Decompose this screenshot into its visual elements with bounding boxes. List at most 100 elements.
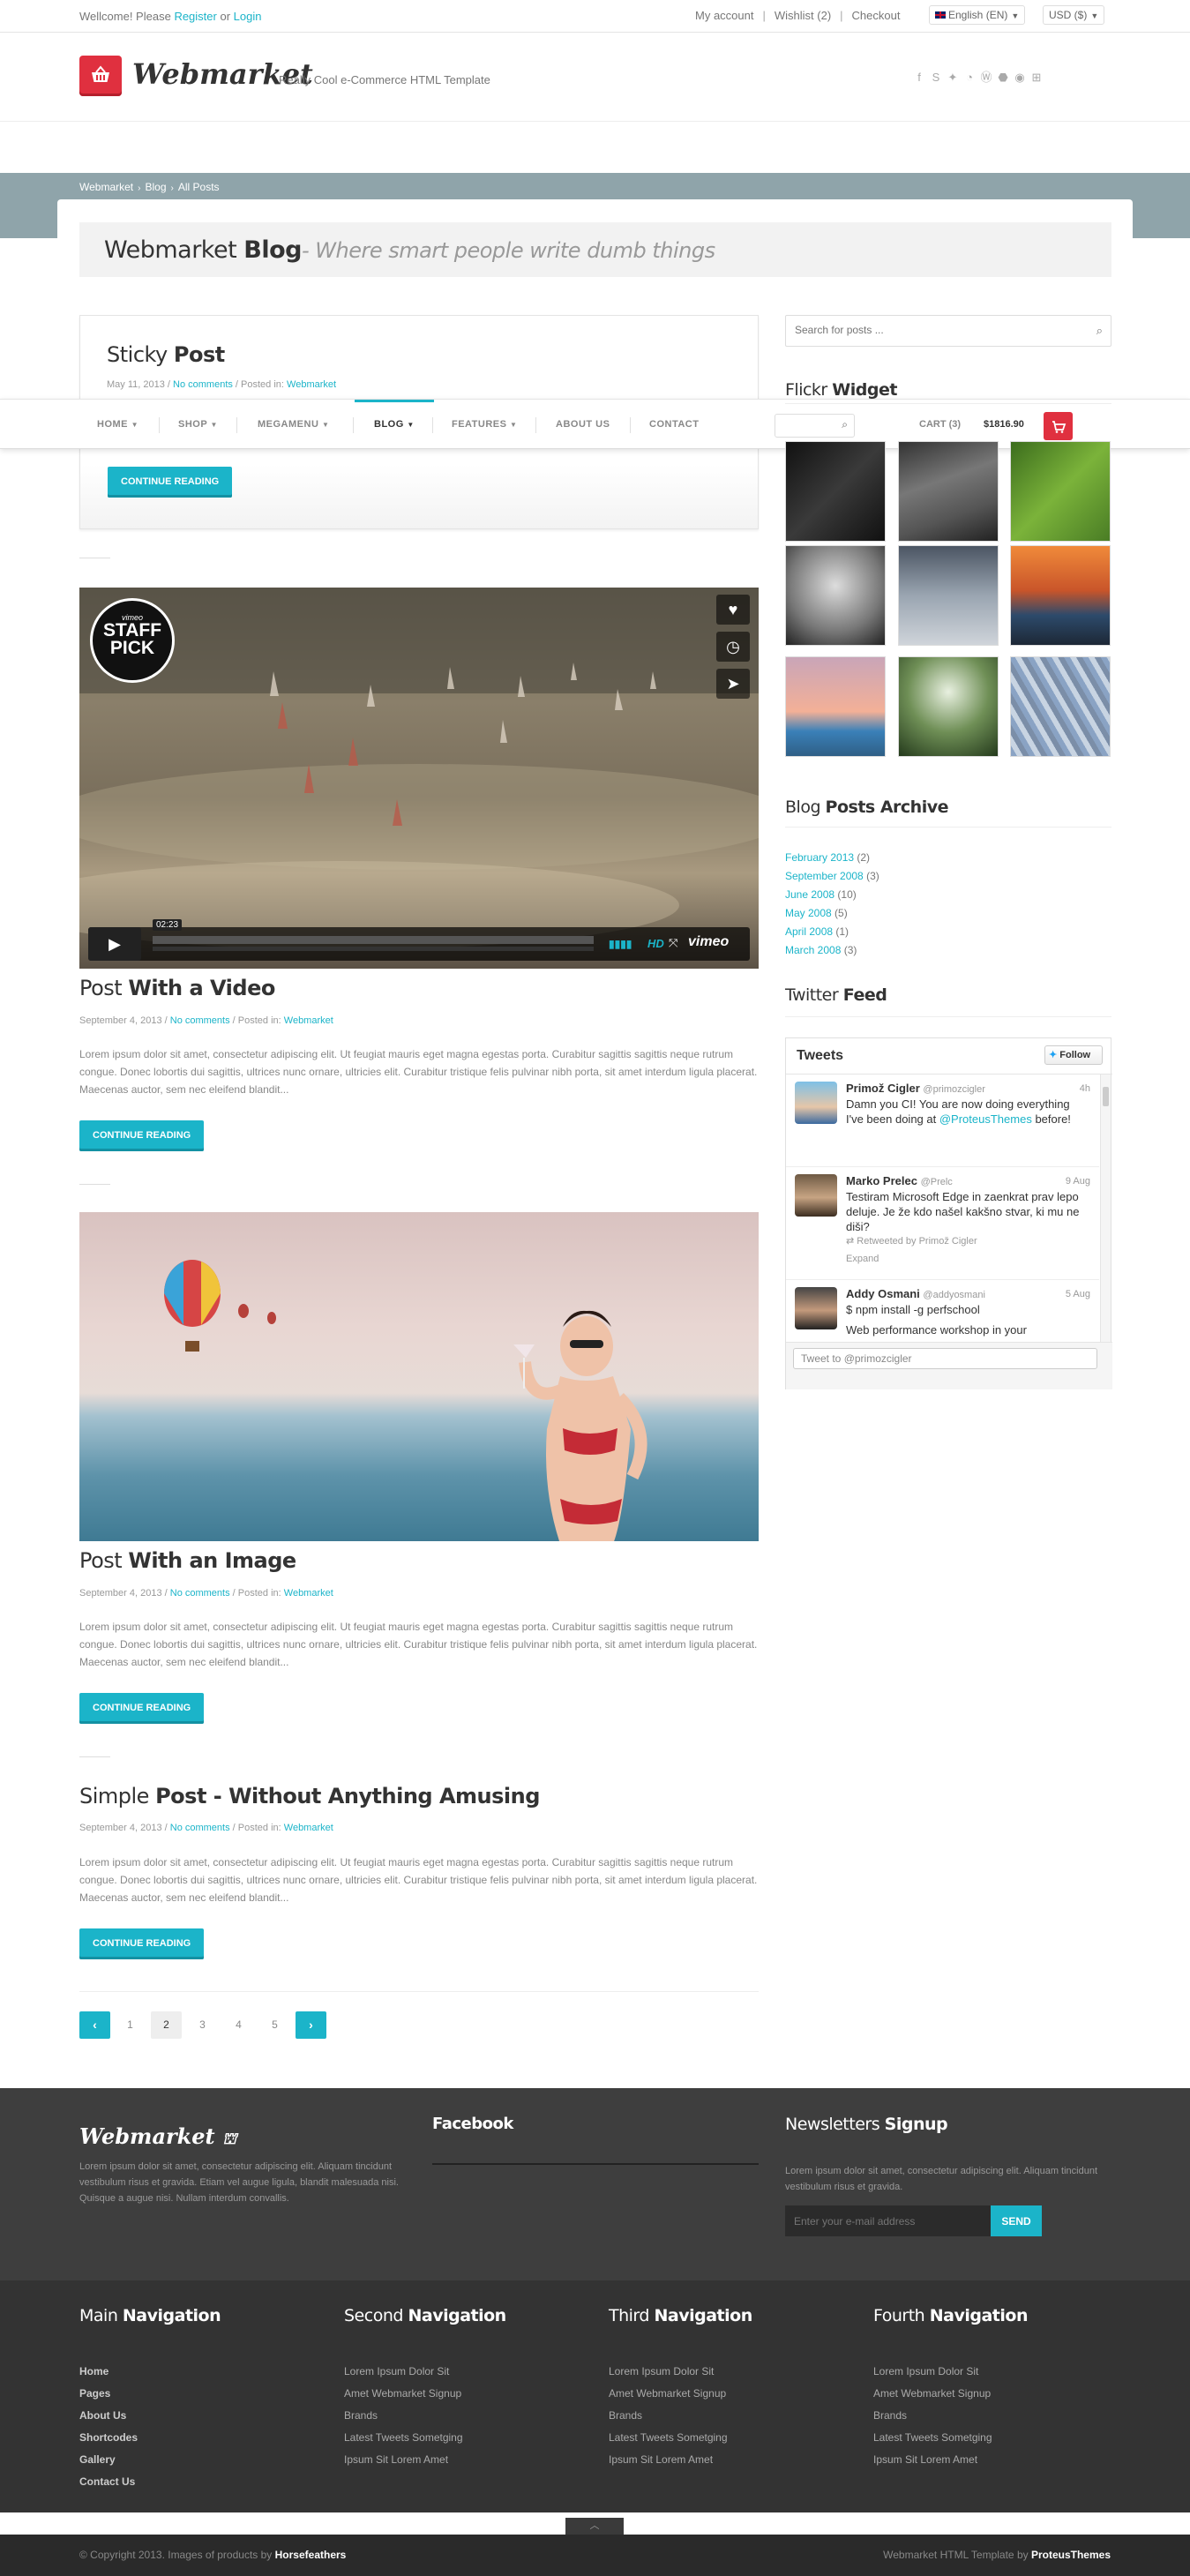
tweet-to-input[interactable]: Tweet to @primozcigler: [793, 1348, 1097, 1369]
archive-item[interactable]: March 2008 (3): [785, 941, 879, 960]
nav-contact[interactable]: CONTACT: [649, 400, 699, 450]
footer-link[interactable]: Lorem Ipsum Dolor Sit: [344, 2361, 463, 2383]
wordpress-icon[interactable]: Ⓦ: [980, 71, 992, 84]
login-link[interactable]: Login: [234, 10, 262, 23]
skype-icon[interactable]: S: [930, 71, 942, 84]
newsletter-send-button[interactable]: SEND: [991, 2205, 1042, 2236]
category-link[interactable]: Webmarket: [287, 379, 336, 390]
footer-link[interactable]: Latest Tweets Sometging: [344, 2427, 463, 2449]
nav-megamenu[interactable]: MEGAMENU ▼: [258, 400, 329, 450]
my-account-link[interactable]: My account: [695, 9, 753, 22]
nav-about-us[interactable]: ABOUT US: [556, 400, 610, 450]
blog-search-box[interactable]: ⌕: [785, 315, 1111, 347]
continue-reading-button[interactable]: CONTINUE READING: [108, 467, 233, 498]
footer-logo[interactable]: Webmarket ⛫: [79, 2123, 237, 2151]
flickr-thumb[interactable]: [898, 656, 999, 757]
post-title[interactable]: Post With a Video: [79, 976, 275, 1000]
volume-icon[interactable]: ▮▮▮▮: [609, 938, 632, 950]
tweet-author[interactable]: Primož Cigler @primozcigler: [846, 1082, 985, 1095]
avatar[interactable]: [795, 1174, 837, 1217]
footer-link[interactable]: Amet Webmarket Signup: [344, 2383, 463, 2405]
twitter-icon[interactable]: ✦: [947, 71, 959, 84]
flickr-thumb[interactable]: [785, 545, 886, 646]
apple-icon[interactable]: ◉: [1014, 71, 1026, 84]
search-input[interactable]: [795, 324, 1077, 336]
breadcrumb-blog[interactable]: Blog: [145, 181, 166, 193]
checkout-link[interactable]: Checkout: [852, 9, 901, 22]
fullscreen-icon[interactable]: ⤧: [669, 936, 677, 950]
language-dropdown[interactable]: English (EN) ▼: [929, 5, 1026, 25]
footer-link[interactable]: Lorem Ipsum Dolor Sit: [609, 2361, 728, 2383]
wishlist-link[interactable]: Wishlist (2): [775, 9, 831, 22]
nav-blog[interactable]: BLOG ▼: [374, 400, 415, 450]
page-5[interactable]: 5: [259, 2011, 290, 2039]
like-icon[interactable]: ♥: [716, 595, 750, 625]
tweet-item[interactable]: Addy Osmani @addyosmani 5 Aug $ npm inst…: [786, 1280, 1099, 1342]
footer-link[interactable]: Shortcodes: [79, 2427, 138, 2449]
avatar[interactable]: [795, 1082, 837, 1124]
footer-link[interactable]: Brands: [609, 2405, 728, 2427]
footer-link[interactable]: Brands: [344, 2405, 463, 2427]
flickr-thumb[interactable]: [1010, 545, 1111, 646]
prev-page-button[interactable]: ‹: [79, 2011, 110, 2039]
footer-link[interactable]: Latest Tweets Sometging: [609, 2427, 728, 2449]
next-page-button[interactable]: ›: [296, 2011, 326, 2039]
page-4[interactable]: 4: [223, 2011, 254, 2039]
post-image[interactable]: [79, 1212, 759, 1541]
proteusthemes-link[interactable]: ProteusThemes: [1031, 2549, 1111, 2561]
progress-track[interactable]: [153, 936, 594, 944]
footer-link[interactable]: Latest Tweets Sometging: [873, 2427, 992, 2449]
register-link[interactable]: Register: [174, 10, 216, 23]
horsefeathers-link[interactable]: Horsefeathers: [275, 2549, 347, 2561]
footer-link[interactable]: Gallery: [79, 2449, 138, 2471]
watch-later-icon[interactable]: ◷: [716, 632, 750, 662]
category-link[interactable]: Webmarket: [284, 1823, 333, 1833]
tweet-time[interactable]: 5 Aug: [1066, 1289, 1090, 1299]
android-icon[interactable]: ⬣: [997, 71, 1009, 84]
flickr-thumb[interactable]: [785, 656, 886, 757]
mention-link[interactable]: @ProteusThemes: [939, 1112, 1032, 1126]
rss-icon[interactable]: ◔: [963, 71, 976, 84]
footer-link[interactable]: Contact Us: [79, 2471, 138, 2493]
currency-dropdown[interactable]: USD ($) ▼: [1043, 5, 1105, 25]
follow-button[interactable]: ✦ Follow: [1044, 1045, 1103, 1065]
archive-item[interactable]: May 2008 (5): [785, 904, 879, 923]
nav-shop[interactable]: SHOP ▼: [178, 400, 218, 450]
page-3[interactable]: 3: [187, 2011, 218, 2039]
flickr-thumb[interactable]: [785, 441, 886, 542]
breadcrumb-home[interactable]: Webmarket: [79, 181, 133, 193]
video-player[interactable]: vimeo STAFF PICK ♥ ◷ ➤ ▶ 02:23 ▮▮▮▮ HD ⤧…: [79, 588, 759, 969]
page-1[interactable]: 1: [115, 2011, 146, 2039]
play-icon[interactable]: ▶: [88, 927, 141, 961]
hd-button[interactable]: HD: [647, 937, 664, 950]
archive-item[interactable]: April 2008 (1): [785, 923, 879, 941]
share-icon[interactable]: ➤: [716, 669, 750, 699]
footer-link[interactable]: Ipsum Sit Lorem Amet: [873, 2449, 992, 2471]
flickr-thumb[interactable]: [1010, 441, 1111, 542]
nav-features[interactable]: FEATURES ▼: [452, 400, 517, 450]
tweet-time[interactable]: 9 Aug: [1066, 1176, 1090, 1187]
footer-link[interactable]: Amet Webmarket Signup: [873, 2383, 992, 2405]
tweet-time[interactable]: 4h: [1080, 1083, 1090, 1094]
nav-search-input[interactable]: ⌕: [775, 414, 855, 438]
comments-link[interactable]: No comments: [170, 1588, 230, 1599]
comments-link[interactable]: No comments: [170, 1823, 230, 1833]
continue-reading-button[interactable]: CONTINUE READING: [79, 1120, 205, 1151]
comments-link[interactable]: No comments: [173, 379, 233, 390]
footer-link[interactable]: Brands: [873, 2405, 992, 2427]
search-icon[interactable]: ⌕: [1096, 324, 1103, 338]
footer-link[interactable]: Ipsum Sit Lorem Amet: [344, 2449, 463, 2471]
comments-link[interactable]: No comments: [170, 1015, 230, 1026]
footer-link[interactable]: About Us: [79, 2405, 138, 2427]
basket-logo-icon[interactable]: [79, 56, 122, 96]
footer-link[interactable]: Lorem Ipsum Dolor Sit: [873, 2361, 992, 2383]
cart-button[interactable]: [1044, 412, 1073, 440]
flickr-thumb[interactable]: [1010, 656, 1111, 757]
category-link[interactable]: Webmarket: [284, 1588, 333, 1599]
expand-link[interactable]: Expand: [846, 1254, 879, 1264]
footer-link[interactable]: Ipsum Sit Lorem Amet: [609, 2449, 728, 2471]
tweet-item[interactable]: Primož Cigler @primozcigler 4h Damn you …: [786, 1075, 1099, 1167]
facebook-icon[interactable]: f: [913, 71, 925, 84]
post-title[interactable]: Sticky Post: [107, 342, 225, 367]
newsletter-email-input[interactable]: [785, 2205, 991, 2236]
